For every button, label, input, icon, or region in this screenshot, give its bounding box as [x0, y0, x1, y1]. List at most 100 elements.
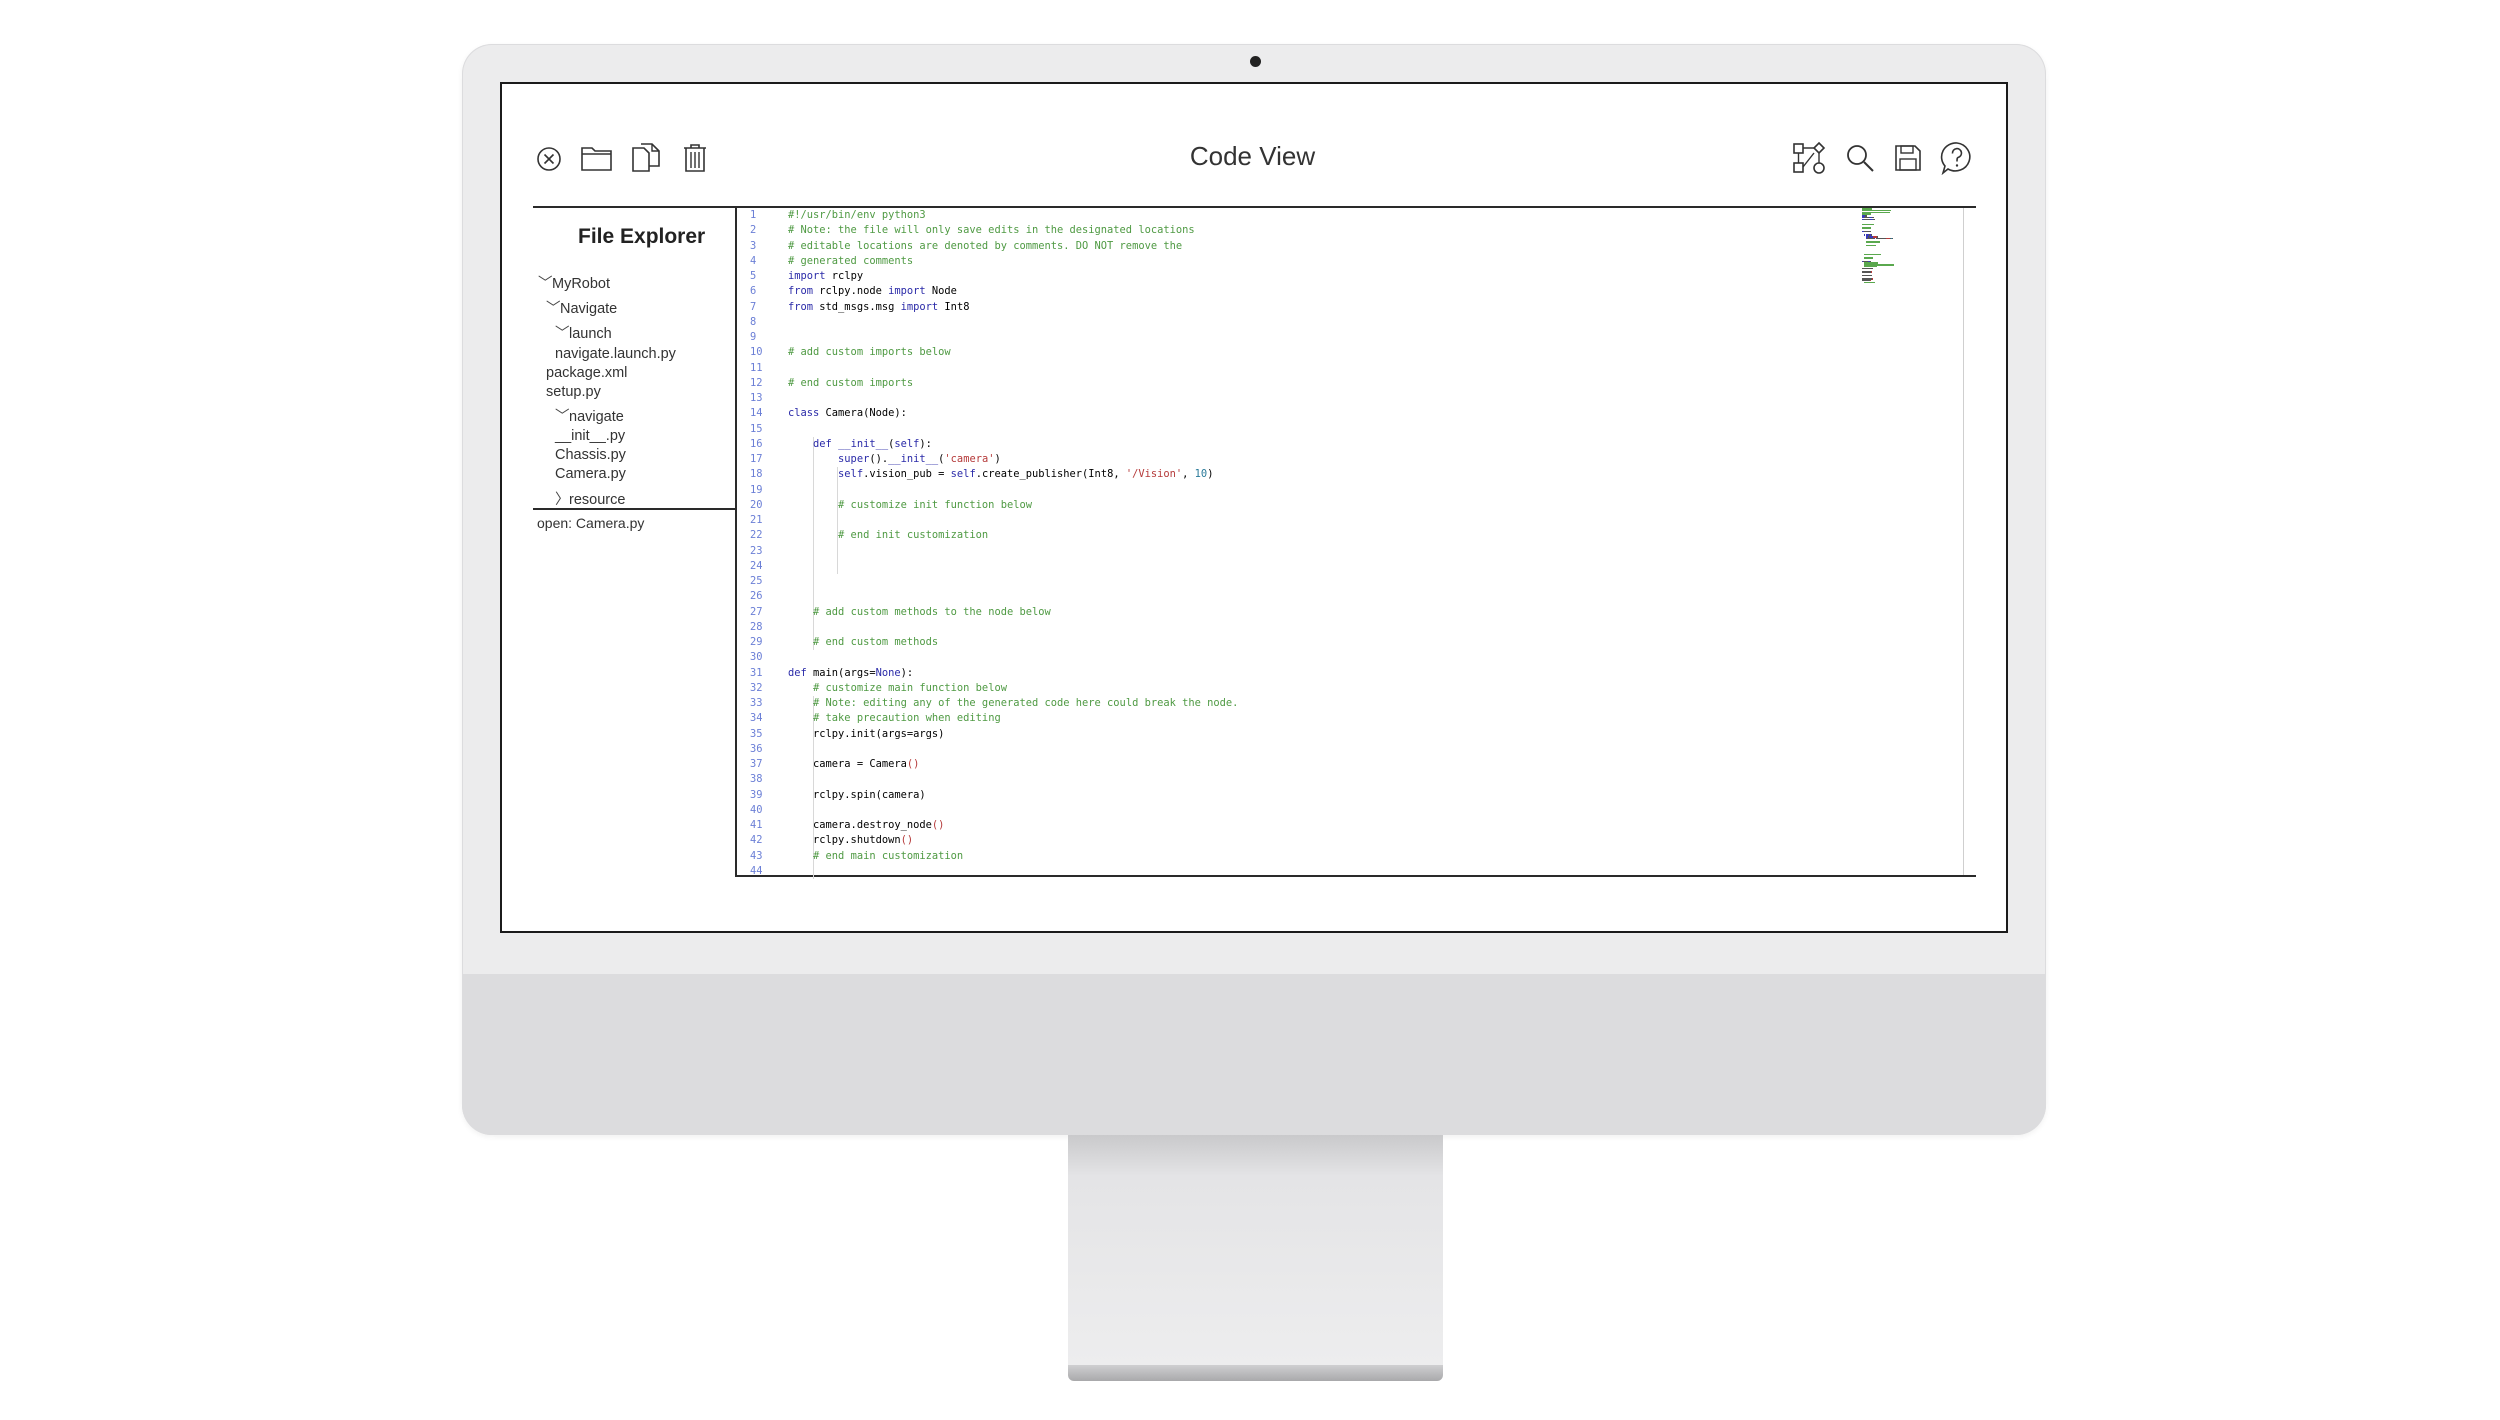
search-icon[interactable] [1845, 143, 1875, 173]
code-text: super().__init__('camera') [788, 452, 1001, 467]
file-tree-item[interactable]: ﹀navigate [555, 405, 624, 426]
code-token: # Note: editing any of the generated cod… [813, 697, 1239, 709]
line-number: 32 [750, 681, 763, 694]
file-tree-item[interactable]: __init__.py [555, 428, 625, 444]
code-line: 4 # generated comments [750, 254, 1850, 269]
code-token: # add custom imports below [788, 346, 951, 359]
code-token: self [950, 468, 976, 481]
file-tree-item[interactable]: ﹀MyRobot [538, 272, 610, 293]
line-number: 24 [750, 559, 763, 572]
file-tree-label: setup.py [546, 384, 601, 400]
code-token: () [900, 834, 914, 847]
file-tree-item[interactable]: ﹀Navigate [546, 297, 617, 318]
code-text: # customize init function below [788, 498, 1032, 513]
close-icon[interactable] [536, 146, 562, 172]
line-number: 4 [750, 254, 757, 267]
code-line: 11 [750, 361, 1850, 376]
file-tree-label: navigate.launch.py [555, 346, 676, 362]
file-tree-label: resource [569, 492, 626, 508]
line-number: 1 [750, 209, 757, 221]
line-number: 6 [750, 285, 757, 298]
line-number: 29 [750, 636, 763, 648]
code-token: None [875, 666, 901, 679]
minimap-mark [1863, 253, 1881, 255]
code-token: from [788, 300, 814, 313]
file-tree-item[interactable]: Camera.py [555, 466, 626, 482]
minimap-mark [1865, 244, 1877, 247]
code-text: # take precaution when editing [788, 711, 1001, 726]
line-number: 37 [750, 758, 763, 770]
line-number: 11 [750, 361, 763, 374]
line-number: 39 [750, 788, 763, 801]
code-text: camera = Camera() [788, 757, 919, 772]
code-token: , [1182, 468, 1195, 481]
trash-icon[interactable] [682, 142, 708, 174]
code-line: 21 [750, 513, 1850, 528]
code-token: Int8 [938, 300, 970, 313]
code-token: __init__ [838, 437, 889, 450]
file-tree-label: Camera.py [555, 466, 626, 482]
code-token: ) [1207, 468, 1214, 481]
chevron-down-icon[interactable]: ﹀ [546, 297, 561, 318]
code-token: () [906, 758, 920, 770]
code-line: 35 rclpy.init(args=args) [750, 727, 1850, 742]
file-tree-item[interactable]: ﹀launch [555, 322, 612, 343]
code-line: 23 [750, 544, 1850, 559]
code-token: # customize init function below [838, 498, 1032, 511]
code-text: import rclpy [788, 269, 863, 284]
open-folder-icon[interactable] [580, 143, 614, 173]
minimap-mark [1870, 271, 1872, 273]
code-line: 9 [750, 330, 1850, 345]
code-token: ) [994, 453, 1001, 465]
minimap-mark [1862, 274, 1872, 276]
code-minimap[interactable] [1862, 208, 1962, 288]
line-number: 10 [750, 346, 763, 359]
code-text: def __init__(self): [788, 437, 932, 452]
chevron-down-icon[interactable]: ﹀ [555, 322, 570, 343]
file-tree-item[interactable]: package.xml [546, 365, 627, 381]
file-tree-label: Navigate [560, 301, 618, 317]
file-tree-item[interactable]: Chassis.py [555, 447, 626, 463]
chevron-down-icon[interactable]: ﹀ [555, 405, 570, 426]
code-line: 3 # editable locations are denoted by com… [750, 239, 1850, 254]
code-line: 20 # customize init function below [750, 498, 1850, 513]
code-text: # end main customization [788, 849, 963, 864]
code-line: 14 class Camera(Node): [750, 406, 1850, 421]
code-text: # Note: editing any of the generated cod… [788, 696, 1238, 711]
code-token: # generated comments [788, 254, 914, 267]
code-line: 42 rclpy.shutdown() [750, 833, 1850, 848]
file-tree-item[interactable]: setup.py [546, 384, 601, 400]
help-icon[interactable] [1940, 141, 1974, 175]
flow-diagram-icon[interactable] [1792, 141, 1826, 175]
minimap-mark [1862, 223, 1874, 226]
explorer-divider [533, 508, 736, 510]
editor-scrollbar[interactable] [1963, 208, 1964, 875]
code-token: .create_publisher(Int8, [975, 468, 1126, 481]
code-line: 27 # add custom methods to the node belo… [750, 605, 1850, 620]
file-tree-label: __init__.py [555, 428, 626, 444]
copy-file-icon[interactable] [630, 142, 662, 174]
code-text: # end custom imports [788, 376, 913, 391]
line-number: 17 [750, 453, 763, 465]
save-icon[interactable] [1894, 144, 1922, 172]
line-number: 8 [750, 315, 757, 328]
file-tree-item[interactable]: navigate.launch.py [555, 346, 676, 362]
line-number: 13 [750, 392, 763, 404]
line-number: 36 [750, 742, 763, 755]
code-line: 7 from std_msgs.msg import Int8 [750, 300, 1850, 315]
file-tree-item[interactable]: 〉resource [555, 488, 625, 509]
minimap-mark [1862, 271, 1871, 273]
chevron-right-icon[interactable]: 〉 [555, 488, 570, 509]
code-text: def main(args=None): [788, 666, 913, 681]
line-number: 42 [750, 834, 763, 847]
chevron-down-icon[interactable]: ﹀ [538, 272, 553, 293]
code-text: # editable locations are denoted by comm… [788, 239, 1182, 254]
code-text: # Note: the file will only save edits in… [788, 223, 1195, 238]
code-line: 2 # Note: the file will only save edits i… [750, 223, 1850, 238]
code-line: 37 camera = Camera() [750, 757, 1850, 772]
code-token: (). [869, 453, 889, 465]
